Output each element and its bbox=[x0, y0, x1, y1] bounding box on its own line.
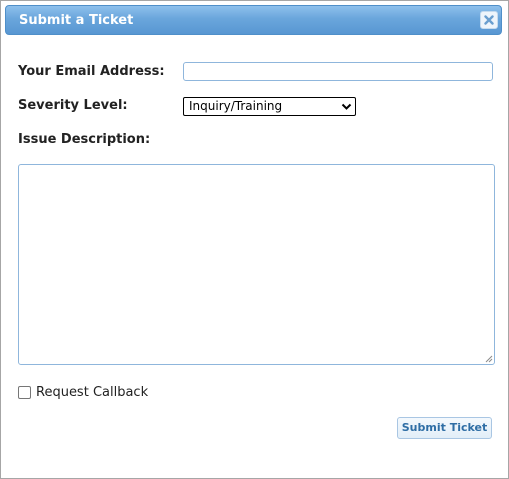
email-field[interactable] bbox=[183, 62, 493, 81]
close-button[interactable] bbox=[480, 11, 498, 29]
chevron-down-icon bbox=[341, 103, 352, 110]
dialog-titlebar: Submit a Ticket bbox=[5, 5, 502, 35]
severity-select[interactable]: Inquiry/Training bbox=[183, 97, 356, 116]
severity-label: Severity Level: bbox=[18, 98, 128, 113]
resize-grip-icon[interactable] bbox=[484, 354, 493, 363]
email-label: Your Email Address: bbox=[18, 64, 165, 79]
submit-ticket-dialog: Submit a Ticket Your Email Address: Seve… bbox=[0, 0, 509, 479]
description-label: Issue Description: bbox=[18, 132, 151, 147]
submit-ticket-button[interactable]: Submit Ticket bbox=[397, 417, 492, 439]
request-callback-checkbox[interactable] bbox=[18, 386, 31, 399]
severity-selected-value: Inquiry/Training bbox=[189, 99, 283, 113]
close-icon bbox=[484, 15, 494, 25]
issue-description-textarea[interactable] bbox=[18, 164, 495, 365]
dialog-title: Submit a Ticket bbox=[19, 13, 134, 28]
request-callback-label[interactable]: Request Callback bbox=[36, 385, 148, 400]
